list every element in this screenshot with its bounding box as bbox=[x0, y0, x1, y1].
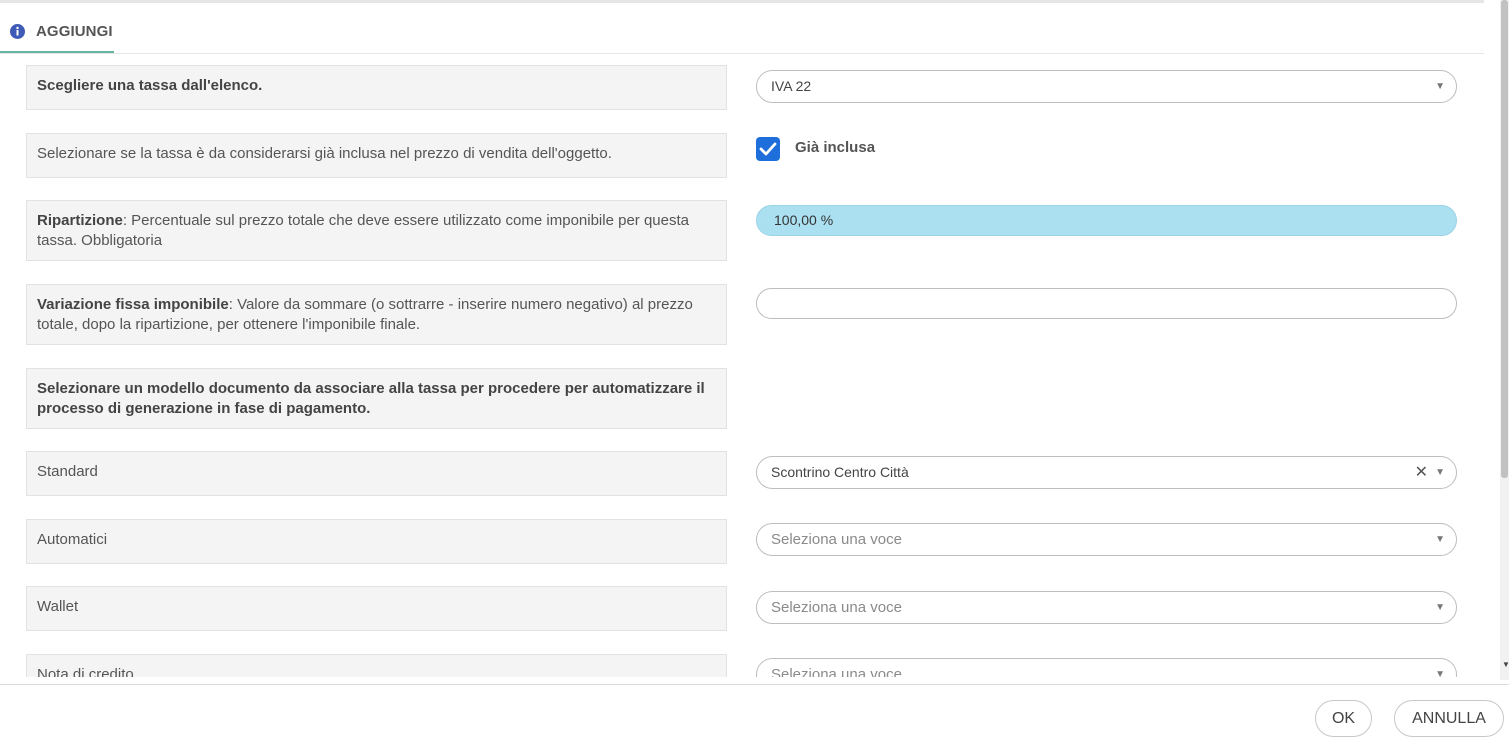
add-tax-dialog: AGGIUNGI Scegliere una tassa dall'elenco… bbox=[0, 0, 1509, 737]
standard-label: Standard bbox=[26, 451, 727, 496]
dialog-footer: OK ANNULLA bbox=[0, 684, 1509, 737]
chevron-down-icon[interactable]: ▼ bbox=[1435, 71, 1445, 102]
automatic-label: Automatici bbox=[26, 519, 727, 564]
standard-label-text: Standard bbox=[37, 463, 98, 480]
fixed-variation-label: Variazione fissa imponibile: Valore da s… bbox=[26, 284, 727, 345]
fixed-variation-input[interactable] bbox=[756, 288, 1457, 319]
credit-note-select[interactable]: Seleziona una voce ▼ bbox=[756, 658, 1457, 677]
checkmark-icon bbox=[759, 142, 777, 156]
tax-select-label: Scegliere una tassa dall'elenco. bbox=[26, 65, 727, 110]
split-percentage-value: 100,00 % bbox=[774, 212, 834, 228]
ok-button[interactable]: OK bbox=[1315, 700, 1372, 737]
standard-select-value: Scontrino Centro Città bbox=[771, 464, 909, 480]
tax-select[interactable]: IVA 22 ▼ bbox=[756, 70, 1457, 103]
automatic-select[interactable]: Seleziona una voce ▼ bbox=[756, 523, 1457, 556]
credit-note-select-placeholder: Seleziona una voce bbox=[771, 666, 902, 677]
included-checkbox-label[interactable]: Già inclusa bbox=[795, 139, 875, 156]
split-percentage-input[interactable]: 100,00 % bbox=[756, 205, 1457, 236]
tax-select-value: IVA 22 bbox=[771, 78, 812, 94]
included-checkbox[interactable] bbox=[756, 137, 780, 161]
dialog-title: AGGIUNGI bbox=[36, 23, 113, 40]
standard-select[interactable]: Scontrino Centro Città ✕ ▼ bbox=[756, 456, 1457, 489]
included-description: Selezionare se la tassa è da considerars… bbox=[37, 145, 612, 162]
scroll-down-arrow-icon[interactable]: ▼ bbox=[1502, 660, 1509, 669]
chevron-down-icon[interactable]: ▼ bbox=[1435, 457, 1445, 488]
scrollbar-thumb[interactable] bbox=[1501, 0, 1508, 478]
wallet-select-placeholder: Seleziona una voce bbox=[771, 599, 902, 616]
form-content: Scegliere una tassa dall'elenco. IVA 22 … bbox=[0, 54, 1484, 677]
chevron-down-icon[interactable]: ▼ bbox=[1435, 659, 1445, 677]
chevron-down-icon[interactable]: ▼ bbox=[1435, 524, 1445, 555]
wallet-select[interactable]: Seleziona una voce ▼ bbox=[756, 591, 1457, 624]
wallet-label: Wallet bbox=[26, 586, 727, 631]
document-model-label: Selezionare un modello documento da asso… bbox=[26, 368, 727, 429]
chevron-down-icon[interactable]: ▼ bbox=[1435, 592, 1445, 623]
split-description: : Percentuale sul prezzo totale che deve… bbox=[37, 212, 689, 249]
automatic-label-text: Automatici bbox=[37, 531, 108, 548]
close-icon[interactable]: ✕ bbox=[1415, 457, 1428, 488]
credit-note-label-text: Nota di credito bbox=[37, 666, 134, 677]
wallet-label-text: Wallet bbox=[37, 598, 79, 615]
credit-note-label: Nota di credito bbox=[26, 654, 727, 677]
cancel-button[interactable]: ANNULLA bbox=[1394, 700, 1504, 737]
split-label: Ripartizione: Percentuale sul prezzo tot… bbox=[26, 200, 727, 261]
fixed-variation-title: Variazione fissa imponibile bbox=[37, 296, 229, 313]
tab-aggiungi[interactable]: AGGIUNGI bbox=[0, 3, 114, 53]
info-icon bbox=[10, 24, 25, 39]
included-label: Selezionare se la tassa è da considerars… bbox=[26, 133, 727, 178]
document-model-text: Selezionare un modello documento da asso… bbox=[37, 380, 705, 417]
split-title: Ripartizione bbox=[37, 212, 123, 229]
tax-select-text: Scegliere una tassa dall'elenco. bbox=[37, 77, 263, 94]
dialog-header: AGGIUNGI bbox=[0, 3, 1484, 54]
automatic-select-placeholder: Seleziona una voce bbox=[771, 531, 902, 548]
